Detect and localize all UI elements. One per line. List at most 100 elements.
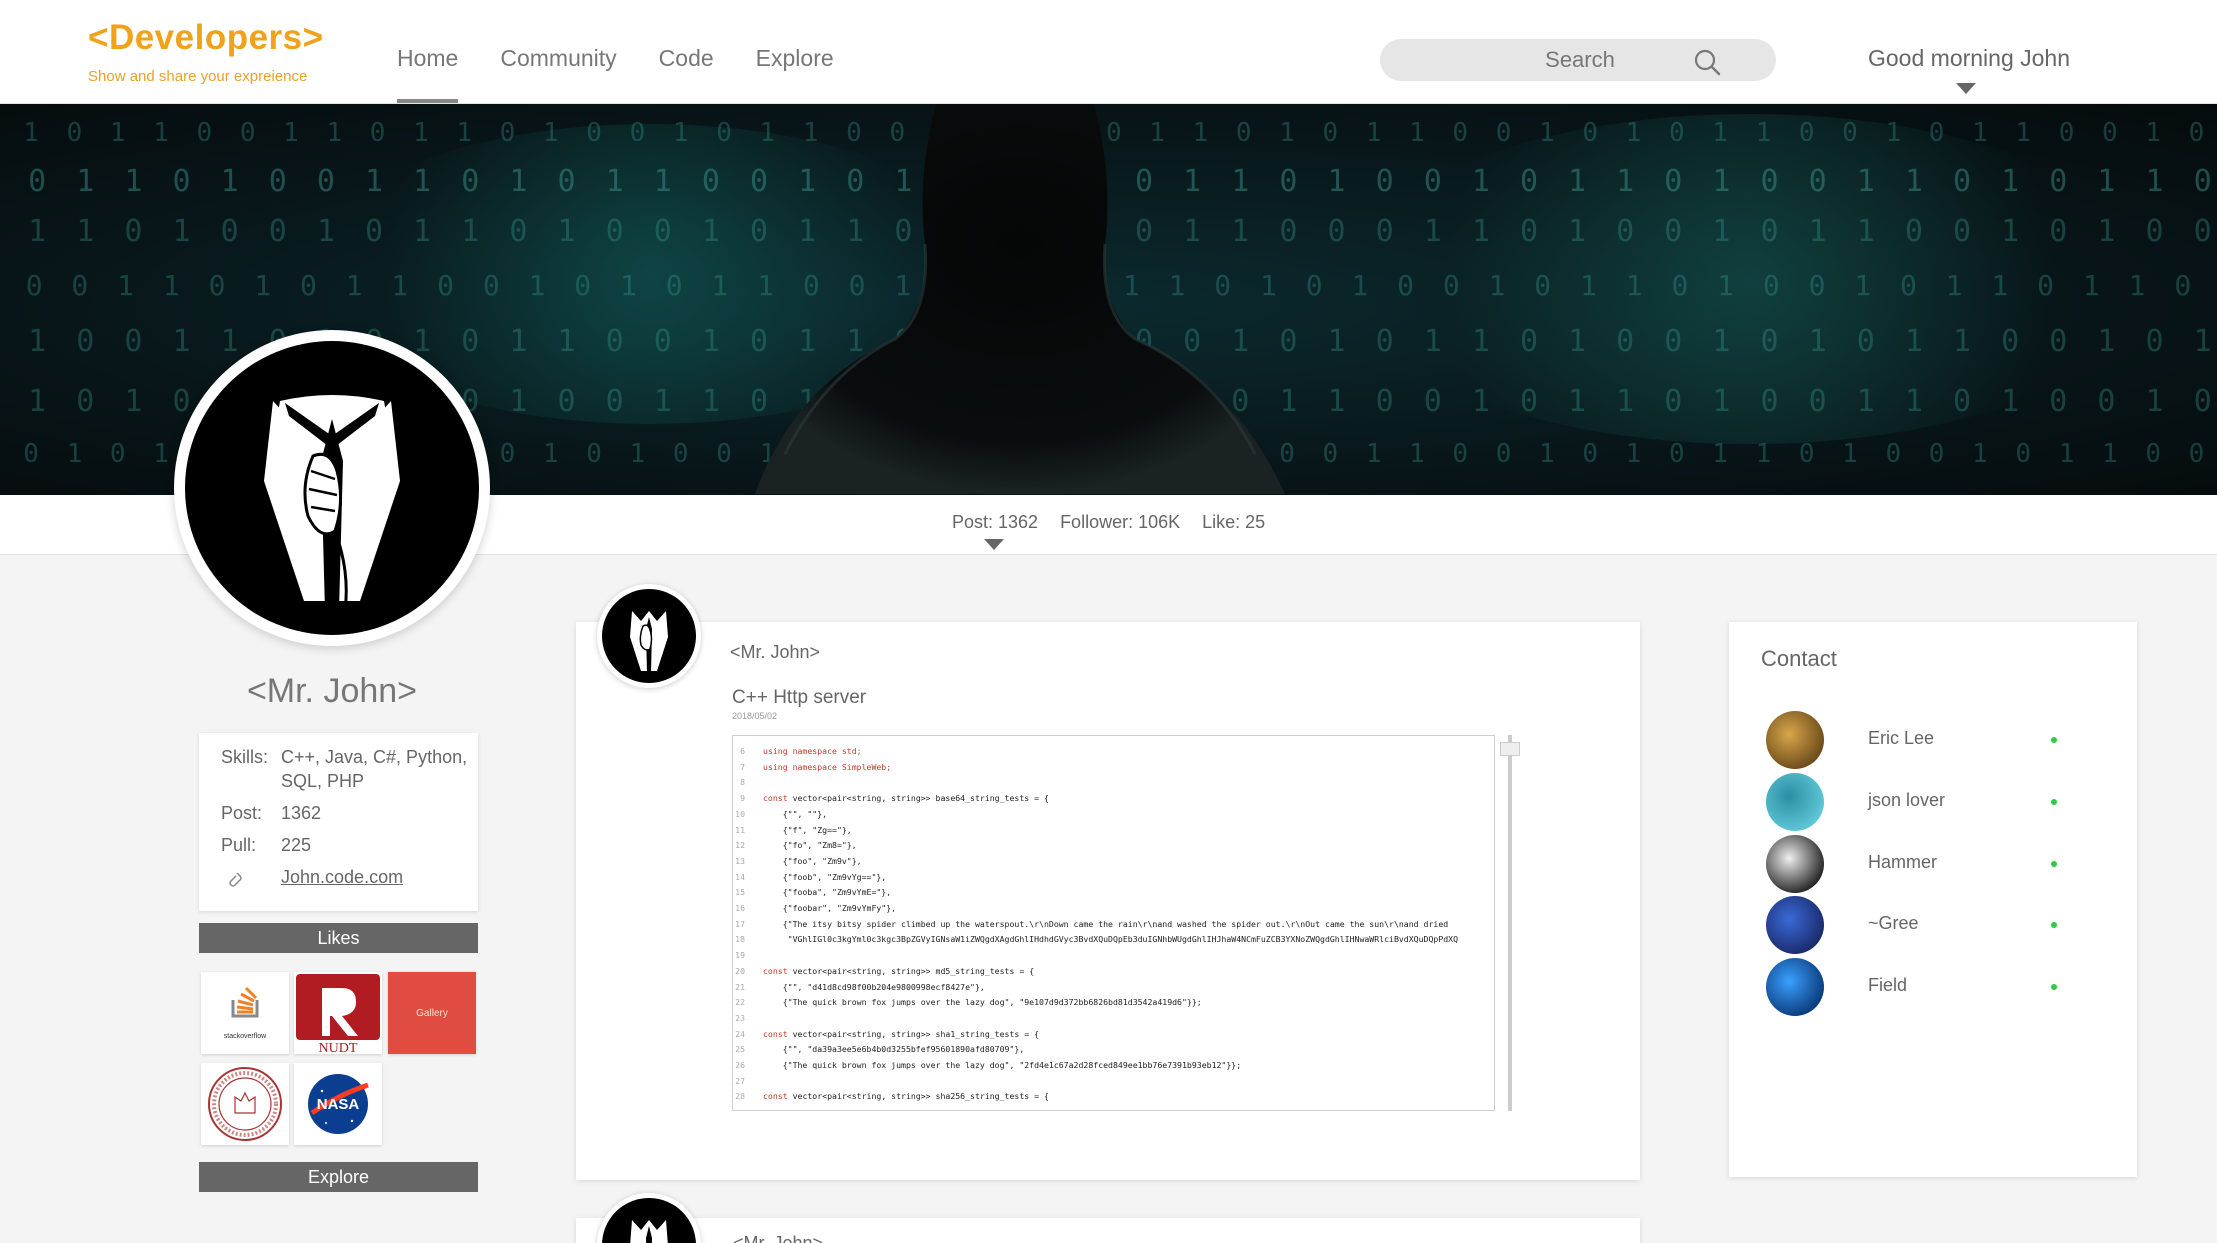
code-line-number: 27 — [735, 1075, 745, 1086]
code-line-number: 7 — [740, 761, 745, 772]
code-line-number: 17 — [735, 918, 745, 929]
online-status-icon — [2051, 984, 2057, 990]
contact-item[interactable]: Hammer — [1766, 835, 2066, 893]
contact-avatar[interactable] — [1766, 896, 1824, 954]
skills-value: C++, Java, C#, Python, SQL, PHP — [281, 747, 468, 791]
code-line: 19 — [733, 948, 1494, 964]
post-author[interactable]: <Mr. John> — [730, 642, 820, 663]
code-line: 6 using namespace std; — [733, 744, 1494, 760]
profile-link[interactable]: John.code.com — [281, 865, 468, 895]
code-line: 23 — [733, 1011, 1494, 1027]
contact-avatar[interactable] — [1766, 835, 1824, 893]
like-nudt[interactable]: NUDT — [294, 972, 382, 1054]
nav-explore[interactable]: Explore — [756, 45, 834, 103]
code-line-number: 8 — [740, 777, 745, 788]
code-keyword: const — [763, 1091, 788, 1102]
suit-avatar-icon — [630, 611, 668, 679]
contact-item[interactable]: Field — [1766, 958, 2066, 1016]
code-text: {"The quick brown fox jumps over the laz… — [763, 997, 1202, 1008]
contact-avatar[interactable] — [1766, 773, 1824, 831]
post-author-2[interactable]: <Mr. John> — [733, 1233, 823, 1243]
user-menu-caret-icon[interactable] — [1956, 83, 1976, 94]
code-text: vector<pair<string, string>> md5_string_… — [787, 965, 1035, 976]
code-scroll-thumb[interactable] — [1500, 742, 1520, 756]
online-status-icon — [2051, 737, 2057, 743]
code-line: 21 {"", "d41d8cd98f00b204e9800998ecf8427… — [733, 980, 1494, 996]
code-line: 26 {"The quick brown fox jumps over the … — [733, 1058, 1494, 1074]
code-line-number: 9 — [740, 793, 745, 804]
code-text: {"foo", "Zm9v"}, — [763, 855, 862, 866]
code-line-number: 12 — [735, 840, 745, 851]
nav-home[interactable]: Home — [397, 45, 459, 103]
link-icon — [221, 865, 281, 895]
contact-avatar[interactable] — [1766, 958, 1824, 1016]
like-stackoverflow[interactable]: stackoverflow — [201, 972, 289, 1054]
like-nasa[interactable]: NASA — [294, 1063, 382, 1145]
code-line: 24 const vector<pair<string, string>> sha… — [733, 1027, 1494, 1043]
site-logo[interactable]: <Developers> — [88, 18, 324, 58]
pull-value: 225 — [281, 835, 312, 855]
post-author-avatar[interactable] — [597, 584, 701, 688]
suit-avatar-icon — [630, 1220, 668, 1243]
code-text: {"f", "Zg=="}, — [763, 824, 852, 835]
code-line-number: 26 — [735, 1060, 745, 1071]
stats-caret-icon[interactable] — [984, 539, 1004, 550]
code-text: "VGhlIGl0c3kgYml0c3kgc3BpZGVyIGNsaW1iZWQ… — [763, 934, 1459, 945]
online-status-icon — [2051, 799, 2057, 805]
code-line: 14 {"foob", "Zm9vYg=="}, — [733, 870, 1494, 886]
code-line: 9 const vector<pair<string, string>> base… — [733, 791, 1494, 807]
contact-name[interactable]: Field — [1868, 975, 1907, 996]
contact-name[interactable]: json lover — [1868, 790, 1945, 811]
code-line-number: 6 — [740, 746, 745, 756]
skills-label: Skills: — [221, 747, 269, 767]
contact-item[interactable]: json lover — [1766, 773, 2066, 831]
like-gallery[interactable]: Gallery — [388, 972, 476, 1054]
contact-avatar[interactable] — [1766, 711, 1824, 769]
explore-button[interactable]: Explore — [199, 1162, 478, 1192]
code-line: 10 {"", ""}, — [733, 807, 1494, 823]
likes-button[interactable]: Likes — [199, 923, 478, 953]
contact-item[interactable]: Eric Lee — [1766, 711, 2066, 769]
nudt-logo-icon: NUDT — [294, 972, 382, 1054]
contact-name[interactable]: ~Gree — [1868, 913, 1919, 934]
code-text: {"", "d41d8cd98f00b204e9800998ecf8427e"}… — [763, 981, 985, 992]
nav-code[interactable]: Code — [659, 45, 714, 103]
code-line: 25 {"", "da39a3ee5e6b4b0d3255bfef9560189… — [733, 1042, 1494, 1058]
stackoverflow-logo-icon: stackoverflow — [201, 972, 289, 1054]
contact-name[interactable]: Hammer — [1868, 852, 1937, 873]
stat-like[interactable]: Like: 25 — [1202, 512, 1265, 533]
code-line-number: 20 — [735, 965, 745, 976]
code-line: 12 {"fo", "Zm8="}, — [733, 838, 1494, 854]
code-line: 15 {"fooba", "Zm9vYmE="}, — [733, 885, 1494, 901]
mit-seal-icon — [201, 1063, 289, 1145]
code-line: 27 — [733, 1074, 1494, 1090]
code-text: vector<pair<string, string>> base64_stri… — [787, 793, 1049, 804]
contact-name[interactable]: Eric Lee — [1868, 728, 1934, 749]
code-text: {"The quick brown fox jumps over the laz… — [763, 1060, 1242, 1071]
code-snippet[interactable]: 6 using namespace std; 7 using namespace Si… — [732, 735, 1495, 1111]
code-line-number: 11 — [735, 824, 745, 835]
code-scrollbar[interactable] — [1508, 735, 1512, 1111]
post-author-avatar-2[interactable] — [597, 1193, 701, 1243]
profile-avatar[interactable] — [174, 330, 490, 646]
code-text: {"The itsy bitsy spider climbed up the w… — [763, 918, 1449, 929]
code-line-number: 13 — [735, 855, 745, 866]
like-mit[interactable] — [201, 1063, 289, 1145]
nav-community[interactable]: Community — [500, 45, 616, 103]
code-text: vector<pair<string, string>> sha256_stri… — [787, 1091, 1049, 1102]
site-tagline: Show and share your expreience — [88, 68, 308, 85]
post-title[interactable]: C++ Http server — [732, 687, 866, 709]
code-line: 17 {"The itsy bitsy spider climbed up th… — [733, 917, 1494, 933]
like-nasa-text: NASA — [317, 1096, 360, 1113]
search-icon[interactable] — [1693, 48, 1721, 76]
code-keyword: const — [763, 965, 788, 976]
stat-post[interactable]: Post: 1362 — [952, 512, 1038, 533]
like-gallery-text: Gallery — [416, 1008, 448, 1019]
contact-item[interactable]: ~Gree — [1766, 896, 2066, 954]
stat-follower[interactable]: Follower: 106K — [1060, 512, 1180, 533]
code-line-number: 14 — [735, 871, 745, 882]
online-status-icon — [2051, 922, 2057, 928]
search-input[interactable] — [1380, 39, 1700, 81]
like-nudt-text: NUDT — [319, 1041, 358, 1054]
user-greeting[interactable]: Good morning John — [1868, 45, 2070, 72]
